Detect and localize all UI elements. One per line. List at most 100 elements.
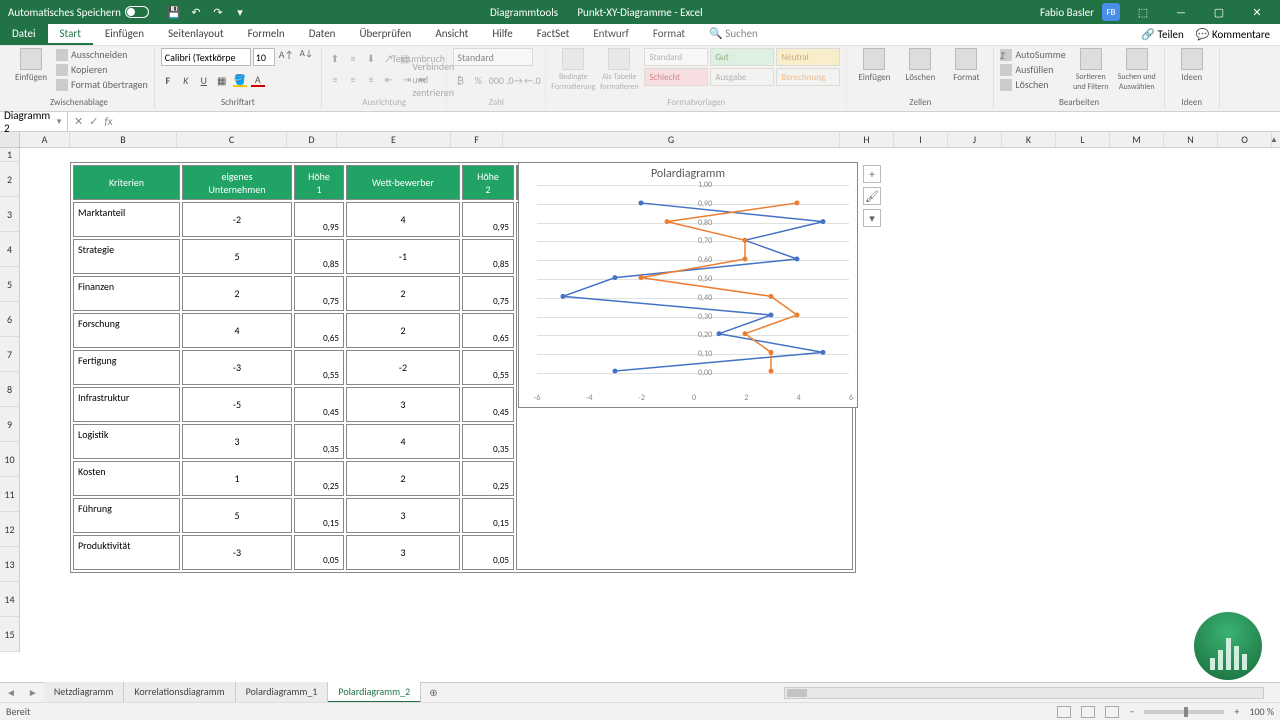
row-header-13[interactable]: 13 — [0, 547, 20, 582]
cell[interactable]: 4 — [346, 424, 460, 459]
cell[interactable]: Logistik — [73, 424, 180, 459]
row-header-6[interactable]: 6 — [0, 302, 20, 337]
cond-format-button[interactable]: Bedingte Formatierung — [552, 48, 594, 92]
column-header-A[interactable]: A — [20, 132, 70, 147]
search-box[interactable]: 🔍 Suchen — [697, 24, 770, 45]
delete-cells-button[interactable]: Löschen — [899, 48, 941, 83]
column-header-J[interactable]: J — [948, 132, 1002, 147]
find-select-button[interactable]: Suchen und Auswählen — [1116, 48, 1158, 92]
column-header-M[interactable]: M — [1110, 132, 1164, 147]
cell[interactable]: 5 — [182, 239, 292, 274]
chart-title[interactable]: Polardiagramm — [519, 163, 857, 181]
row-header-12[interactable]: 12 — [0, 512, 20, 547]
cell[interactable]: 0,75 — [462, 276, 514, 311]
cell[interactable]: Produktivität — [73, 535, 180, 570]
merge-button[interactable]: ⬌ Verbinden und zentrieren — [418, 72, 440, 86]
cell[interactable]: Finanzen — [73, 276, 180, 311]
add-sheet-button[interactable]: ⊕ — [421, 686, 445, 699]
comments-button[interactable]: 💬 Kommentare — [1196, 28, 1270, 41]
tab-daten[interactable]: Daten — [297, 24, 348, 45]
row-header-3[interactable]: 3 — [0, 197, 20, 232]
number-format-select[interactable] — [453, 48, 533, 66]
fx-icon[interactable]: fx — [104, 115, 112, 128]
cell[interactable]: -3 — [182, 535, 292, 570]
row-header-4[interactable]: 4 — [0, 232, 20, 267]
chart-object[interactable]: Polardiagramm 0,000,100,200,300,400,500,… — [518, 162, 858, 408]
user-name[interactable]: Fabio Basler — [1040, 6, 1094, 19]
column-header-D[interactable]: D — [287, 132, 337, 147]
cell[interactable]: 0,85 — [462, 239, 514, 274]
cell[interactable]: 0,05 — [462, 535, 514, 570]
cell[interactable]: 0,55 — [294, 350, 344, 385]
align-bot-icon[interactable]: ⬇ — [364, 51, 378, 65]
autosum-button[interactable]: ΣAutoSumme — [1000, 48, 1065, 61]
view-layout-icon[interactable] — [1081, 706, 1095, 718]
undo-icon[interactable]: ↶ — [189, 5, 203, 19]
clear-button[interactable]: Löschen — [1000, 78, 1065, 91]
cell[interactable]: 0,95 — [462, 202, 514, 237]
column-header-I[interactable]: I — [894, 132, 948, 147]
font-color-button[interactable]: A — [251, 73, 265, 87]
bold-button[interactable]: F — [161, 73, 175, 87]
tab-factset[interactable]: FactSet — [525, 24, 582, 45]
table-header[interactable]: eigenesUnternehmen — [182, 165, 292, 200]
redo-icon[interactable]: ↷ — [211, 5, 225, 19]
cell[interactable]: -1 — [346, 239, 460, 274]
view-normal-icon[interactable] — [1057, 706, 1071, 718]
table-header[interactable]: Wett-bewerber — [346, 165, 460, 200]
cell[interactable]: 0,15 — [462, 498, 514, 533]
column-header-F[interactable]: F — [451, 132, 503, 147]
cell[interactable]: 3 — [182, 424, 292, 459]
cell[interactable]: 0,45 — [294, 387, 344, 422]
fill-color-button[interactable]: 🪣 — [233, 73, 247, 87]
indent-dec-icon[interactable]: ⇤ — [382, 72, 396, 86]
tab-entwurf[interactable]: Entwurf — [581, 24, 641, 45]
style-gut[interactable]: Gut — [710, 48, 774, 66]
ribbon-options-icon[interactable]: ⬚ — [1128, 6, 1158, 19]
grow-font-icon[interactable]: A↑ — [277, 48, 296, 66]
tab-format[interactable]: Format — [641, 24, 697, 45]
row-header-2[interactable]: 2 — [0, 162, 20, 197]
cell[interactable]: 0,25 — [462, 461, 514, 496]
column-header-K[interactable]: K — [1002, 132, 1056, 147]
cell[interactable]: Infrastruktur — [73, 387, 180, 422]
sheet-tab[interactable]: Netzdiagramm — [44, 682, 125, 703]
chart-plot-area[interactable]: 0,000,100,200,300,400,500,600,700,800,90… — [537, 185, 849, 389]
style-standard[interactable]: Standard — [644, 48, 708, 66]
sheet-nav-next-icon[interactable]: ► — [22, 686, 44, 699]
zoom-level[interactable]: 100 % — [1249, 705, 1274, 718]
cancel-formula-icon[interactable]: ✕ — [74, 115, 83, 128]
scroll-up-icon[interactable]: ▲ — [1268, 132, 1280, 148]
accept-formula-icon[interactable]: ✓ — [89, 115, 98, 128]
cell[interactable]: 0,85 — [294, 239, 344, 274]
as-table-button[interactable]: Als Tabelle formatieren — [598, 48, 640, 92]
underline-button[interactable]: U — [197, 73, 211, 87]
font-name-select[interactable] — [161, 48, 251, 66]
horizontal-scrollbar[interactable] — [784, 687, 1264, 699]
cell[interactable]: 5 — [182, 498, 292, 533]
view-pagebreak-icon[interactable] — [1105, 706, 1119, 718]
cell[interactable]: -5 — [182, 387, 292, 422]
chevron-down-icon[interactable]: ▼ — [55, 117, 63, 127]
zoom-in-button[interactable]: + — [1234, 705, 1239, 718]
row-header-14[interactable]: 14 — [0, 582, 20, 617]
font-size-select[interactable] — [253, 48, 275, 66]
chart-elements-button[interactable]: + — [863, 165, 881, 183]
align-right-icon[interactable]: ≡ — [364, 72, 378, 86]
cell[interactable]: Führung — [73, 498, 180, 533]
cell[interactable]: Fertigung — [73, 350, 180, 385]
cell[interactable]: 3 — [346, 387, 460, 422]
shrink-font-icon[interactable]: A↓ — [298, 48, 315, 66]
format-painter-button[interactable]: Format übertragen — [56, 78, 148, 91]
align-mid-icon[interactable]: ≡ — [346, 51, 360, 65]
cell[interactable]: 2 — [346, 276, 460, 311]
user-avatar[interactable]: FB — [1102, 3, 1120, 21]
sheet-tab[interactable]: Polardiagramm_2 — [328, 682, 421, 703]
row-header-8[interactable]: 8 — [0, 372, 20, 407]
save-icon[interactable]: 💾 — [167, 5, 181, 19]
percent-icon[interactable]: % — [471, 73, 485, 87]
cell[interactable]: 0,35 — [462, 424, 514, 459]
row-header-10[interactable]: 10 — [0, 442, 20, 477]
table-header[interactable]: Höhe2 — [462, 165, 514, 200]
column-header-B[interactable]: B — [70, 132, 177, 147]
